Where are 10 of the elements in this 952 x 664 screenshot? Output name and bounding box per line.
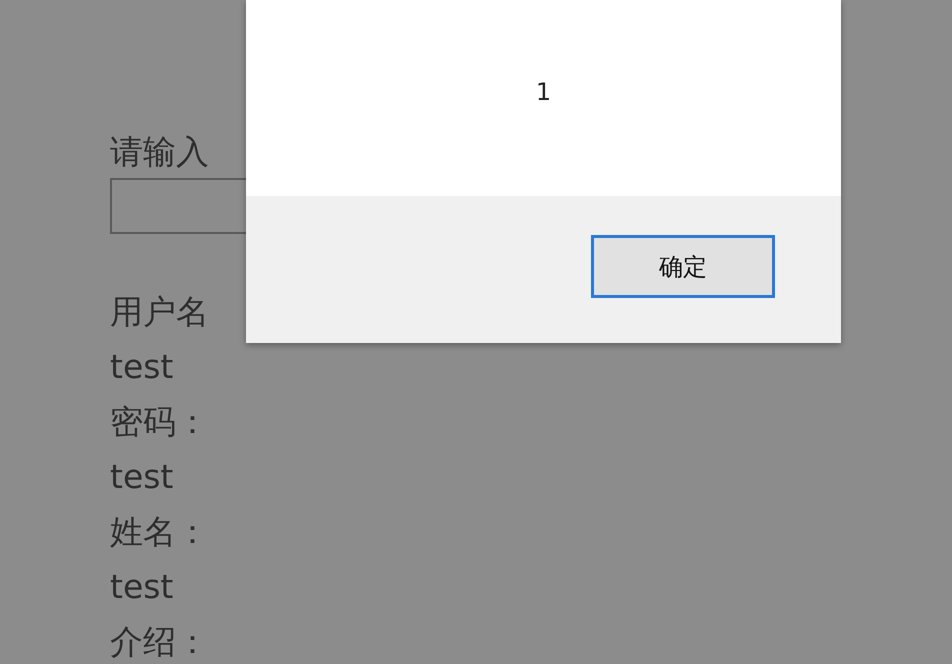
- info-line: test: [110, 566, 174, 608]
- info-line: 用户名: [110, 291, 209, 333]
- prompt-label: 请输入: [110, 131, 209, 173]
- info-line: 密码：: [110, 401, 209, 443]
- ok-button[interactable]: 确定: [591, 235, 775, 298]
- dialog-message: 1: [536, 77, 552, 108]
- info-line: 姓名：: [110, 511, 209, 553]
- info-line: test: [110, 456, 174, 498]
- info-line: 介绍：: [110, 621, 209, 663]
- info-line: test: [110, 346, 174, 388]
